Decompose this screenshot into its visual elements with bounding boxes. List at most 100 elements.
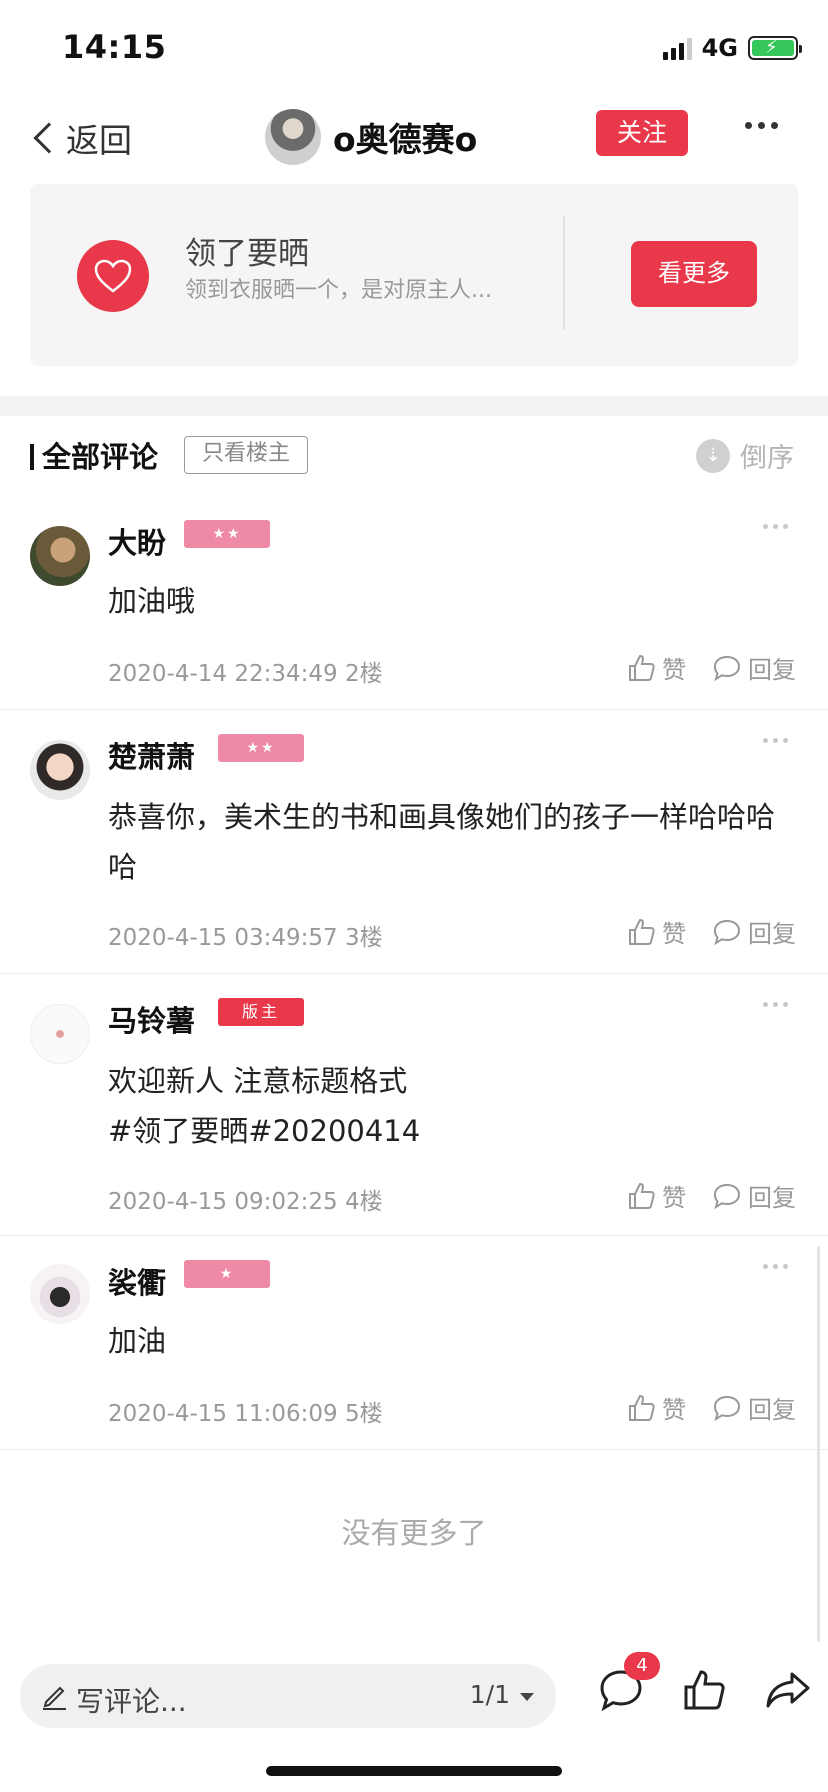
reply-button[interactable]: 回复 <box>712 914 796 949</box>
like-label: 赞 <box>662 1396 686 1424</box>
comment-actions: 赞 回复 <box>626 914 796 949</box>
like-icon <box>629 1394 655 1421</box>
reply-label: 回复 <box>748 656 796 684</box>
top-nav: 返回 o奥德赛o 关注 <box>0 96 828 184</box>
scrollbar[interactable] <box>817 1246 820 1642</box>
comment-text: 欢迎新人 注意标题格式 #领了要晒#20200414 <box>108 1056 798 1156</box>
comment-count-badge: 4 <box>624 1652 660 1680</box>
reply-icon <box>713 919 741 945</box>
author-info[interactable]: o奥德赛o <box>265 104 477 170</box>
dropdown-caret-icon[interactable] <box>520 1693 534 1701</box>
comment-input-placeholder: 写评论... <box>76 1685 187 1718</box>
comments-header: 全部评论 只看楼主 ⇣ 倒序 <box>0 416 828 496</box>
back-button[interactable]: 返回 <box>28 108 132 168</box>
home-indicator <box>266 1766 562 1776</box>
like-label: 赞 <box>662 920 686 948</box>
level-badge: ★★ <box>184 520 270 548</box>
reply-button[interactable]: 回复 <box>712 650 796 685</box>
like-label: 赞 <box>662 656 686 684</box>
more-icon[interactable] <box>763 524 788 529</box>
comment-item: 裟衢 ★ 加油 2020-4-15 11:06:09 5楼 赞 回复 <box>0 1236 828 1450</box>
back-chevron-icon <box>33 122 65 154</box>
comment-floor: 2楼 <box>344 661 383 687</box>
comment-item: 马铃薯 版主 欢迎新人 注意标题格式 #领了要晒#20200414 2020-4… <box>0 974 828 1236</box>
comment-input[interactable]: 写评论... 1/1 <box>20 1664 556 1728</box>
no-more-text: 没有更多了 <box>341 1516 487 1550</box>
reply-label: 回复 <box>748 920 796 948</box>
reply-icon <box>713 655 741 681</box>
reply-label: 回复 <box>748 1396 796 1424</box>
comment-meta: 2020-4-15 11:06:09 5楼 <box>108 1394 383 1428</box>
hashtag-link[interactable]: #领了要晒#20200414 <box>108 1106 798 1156</box>
commenter-name[interactable]: 裟衢 <box>108 1260 166 1302</box>
more-icon[interactable] <box>763 738 788 743</box>
comment-text: 加油 <box>108 1324 167 1358</box>
sort-icon: ⇣ <box>696 438 730 473</box>
reply-icon <box>713 1183 741 1209</box>
share-icon[interactable] <box>764 1668 812 1712</box>
like-icon <box>629 1182 655 1209</box>
network-type: 4G <box>701 34 738 62</box>
commenter-name[interactable]: 大盼 <box>108 520 166 562</box>
owner-only-toggle[interactable]: 只看楼主 <box>184 436 308 474</box>
status-bar: 14:15 4G ⚡ <box>0 0 828 96</box>
sort-toggle[interactable]: ⇣ 倒序 <box>696 436 794 475</box>
author-name[interactable]: o奥德赛o <box>333 113 477 161</box>
page-indicator[interactable]: 1/1 <box>470 1680 510 1709</box>
comment-meta: 2020-4-15 03:49:57 3楼 <box>108 918 383 952</box>
comment-item: 大盼 ★★ 加油哦 2020-4-14 22:34:49 2楼 赞 回复 <box>0 496 828 710</box>
comment-actions: 赞 回复 <box>626 1178 796 1213</box>
topic-description: 领到衣服晒一个，是对原主人... <box>185 278 492 303</box>
comments-title: 全部评论 <box>42 440 159 474</box>
follow-button[interactable]: 关注 <box>596 110 688 156</box>
thumbs-up-icon[interactable] <box>682 1668 726 1712</box>
commenter-name[interactable]: 马铃薯 <box>108 998 195 1040</box>
comment-actions: 赞 回复 <box>626 1390 796 1425</box>
level-badge: ★★ <box>218 734 304 762</box>
topic-card[interactable]: 领了要晒 领到衣服晒一个，是对原主人... 看更多 <box>30 184 798 366</box>
like-button[interactable]: 赞 <box>626 1390 686 1425</box>
comment-text: 加油哦 <box>108 584 196 618</box>
like-button[interactable]: 赞 <box>626 650 686 685</box>
reply-button[interactable]: 回复 <box>712 1178 796 1213</box>
comment-floor: 4楼 <box>344 1189 383 1215</box>
more-icon[interactable] <box>745 122 778 129</box>
signal-icon <box>662 36 692 60</box>
comment-actions: 赞 回复 <box>626 650 796 685</box>
comment-floor: 3楼 <box>344 925 383 951</box>
reply-button[interactable]: 回复 <box>712 1390 796 1425</box>
avatar[interactable] <box>30 1264 90 1324</box>
like-label: 赞 <box>662 1184 686 1212</box>
more-icon[interactable] <box>763 1002 788 1007</box>
topic-heart-badge <box>77 240 149 312</box>
section-marker <box>30 444 34 470</box>
pen-icon <box>43 1686 66 1710</box>
comment-text-line: 欢迎新人 注意标题格式 <box>108 1064 408 1098</box>
bottom-bar: 写评论... 1/1 4 <box>0 1648 828 1748</box>
reply-label: 回复 <box>748 1184 796 1212</box>
comment-time: 2020-4-14 22:34:49 <box>108 661 338 687</box>
author-avatar[interactable] <box>265 109 321 165</box>
comment-time: 2020-4-15 03:49:57 <box>108 925 338 951</box>
heart-icon <box>94 259 132 293</box>
like-icon <box>629 918 655 945</box>
comment-floor: 5楼 <box>344 1401 383 1427</box>
like-icon <box>629 654 655 681</box>
avatar[interactable] <box>30 1004 90 1064</box>
see-more-button[interactable]: 看更多 <box>631 241 757 307</box>
topic-title: 领了要晒 <box>185 236 309 272</box>
reply-icon <box>713 1395 741 1421</box>
like-button[interactable]: 赞 <box>626 1178 686 1213</box>
avatar[interactable] <box>30 526 90 586</box>
back-label: 返回 <box>66 121 132 160</box>
avatar[interactable] <box>30 740 90 800</box>
commenter-name[interactable]: 楚萧萧 <box>108 734 195 776</box>
battery-icon: ⚡ <box>748 36 802 60</box>
comment-text: 恭喜你，美术生的书和画具像她们的孩子一样哈哈哈哈 <box>108 800 776 884</box>
more-icon[interactable] <box>763 1264 788 1269</box>
like-button[interactable]: 赞 <box>626 914 686 949</box>
comment-meta: 2020-4-14 22:34:49 2楼 <box>108 654 383 688</box>
divider <box>563 216 565 330</box>
comment-item: 楚萧萧 ★★ 恭喜你，美术生的书和画具像她们的孩子一样哈哈哈哈 2020-4-1… <box>0 710 828 974</box>
sort-label: 倒序 <box>740 443 794 474</box>
